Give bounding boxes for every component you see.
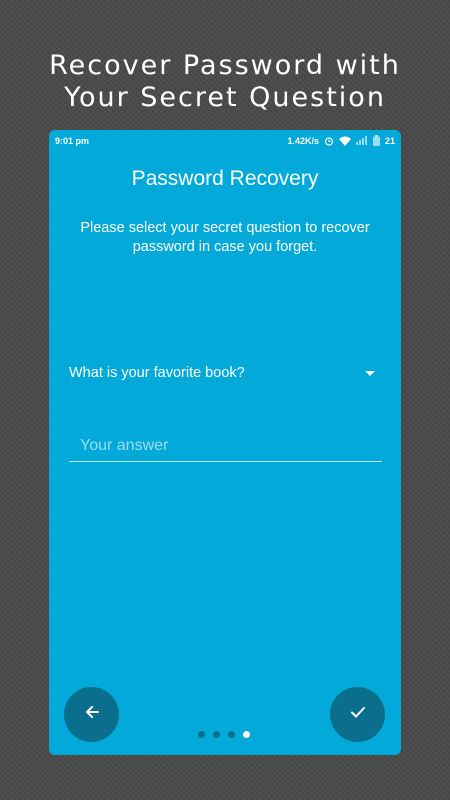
secret-question-dropdown[interactable]: What is your favorite book? bbox=[69, 360, 381, 386]
back-button[interactable] bbox=[64, 687, 119, 742]
page-indicator bbox=[198, 731, 250, 738]
page-description: Please select your secret question to re… bbox=[80, 220, 370, 255]
headline-line-2: Your Secret Question bbox=[64, 82, 386, 113]
headline-line-1: Recover Password with bbox=[49, 50, 401, 81]
page-dot-4-active[interactable] bbox=[243, 731, 250, 738]
page-dot-3[interactable] bbox=[228, 731, 235, 738]
alarm-icon bbox=[324, 136, 334, 146]
page-dot-2[interactable] bbox=[213, 731, 220, 738]
battery-icon bbox=[372, 135, 380, 146]
page-dot-1[interactable] bbox=[198, 731, 205, 738]
status-indicators: 1.42K/s 21 bbox=[287, 135, 395, 146]
battery-level: 21 bbox=[384, 135, 395, 146]
done-button[interactable] bbox=[330, 687, 385, 742]
network-speed: 1.42K/s bbox=[287, 135, 319, 146]
wifi-icon bbox=[338, 136, 351, 146]
answer-input[interactable] bbox=[69, 430, 382, 462]
arrow-left-icon bbox=[83, 703, 101, 726]
signal-icon bbox=[355, 136, 368, 145]
status-time: 9:01 pm bbox=[55, 136, 90, 146]
page-title: Password Recovery bbox=[131, 167, 319, 190]
dropdown-arrow-icon bbox=[365, 370, 375, 376]
status-bar: 9:01 pm 1.42K/s 21 bbox=[49, 130, 401, 152]
secret-question-selected: What is your favorite book? bbox=[69, 365, 245, 381]
check-icon bbox=[349, 703, 367, 726]
promo-headline: Recover Password with Your Secret Questi… bbox=[0, 50, 450, 114]
phone-screen: 9:01 pm 1.42K/s 21 Password Recovery Ple… bbox=[49, 130, 401, 755]
